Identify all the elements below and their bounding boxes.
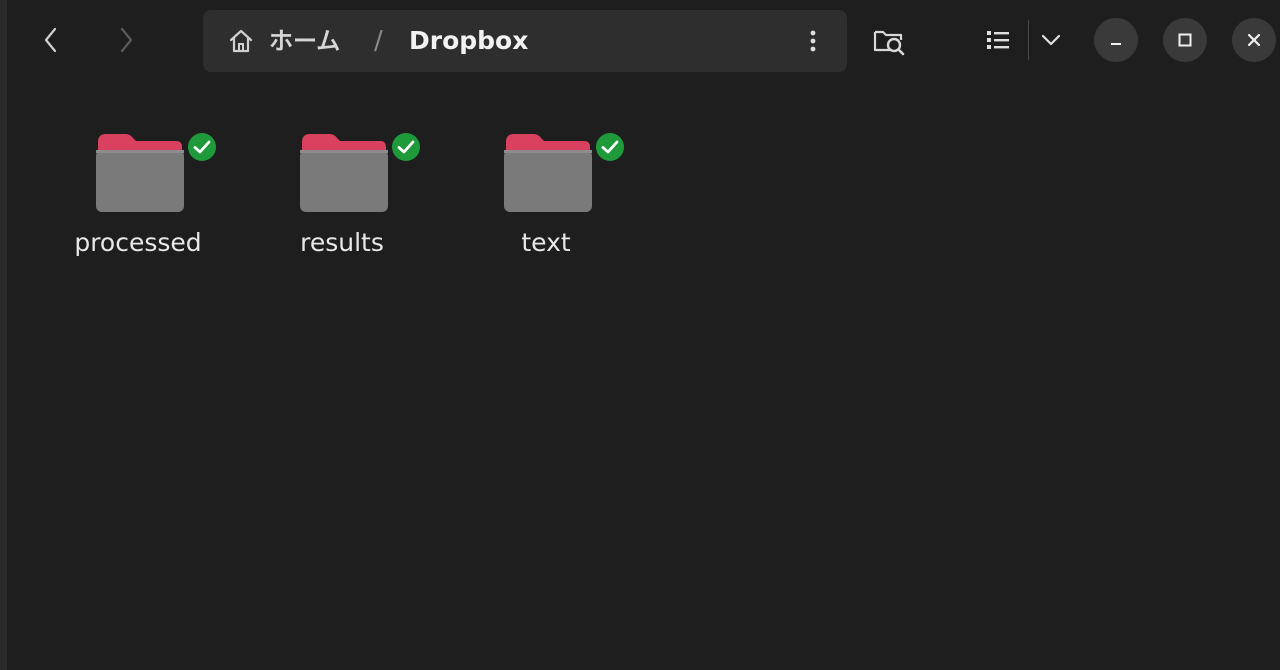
- folder-icon: [504, 134, 592, 212]
- view-options-button[interactable]: [1029, 18, 1073, 62]
- search-button[interactable]: [867, 18, 911, 62]
- folder-name: results: [300, 228, 384, 257]
- file-manager-window: ホーム / Dropbox processed results text: [0, 0, 1280, 670]
- minimize-icon: [1111, 43, 1121, 45]
- sync-check-icon: [188, 133, 216, 161]
- chevron-right-icon: [120, 27, 133, 53]
- list-view-icon: [987, 31, 1009, 49]
- breadcrumb-current-folder[interactable]: Dropbox: [409, 27, 528, 55]
- folder-name: text: [521, 228, 571, 257]
- maximize-icon: [1178, 33, 1192, 47]
- sync-check-icon: [392, 133, 420, 161]
- minimize-button[interactable]: [1094, 18, 1138, 62]
- sync-check-icon: [596, 133, 624, 161]
- window-left-edge: [0, 0, 7, 670]
- folder-icon: [300, 134, 388, 212]
- folder-search-icon: [873, 30, 905, 56]
- forward-button[interactable]: [102, 16, 150, 64]
- chevron-down-icon: [1041, 34, 1061, 46]
- breadcrumb-separator: /: [374, 26, 383, 56]
- vertical-dots-icon[interactable]: [799, 27, 827, 55]
- folder-item-text[interactable]: text: [446, 132, 646, 282]
- folder-item-results[interactable]: results: [242, 132, 442, 282]
- home-icon[interactable]: [227, 27, 255, 55]
- close-button[interactable]: [1232, 18, 1276, 62]
- close-icon: [1247, 33, 1261, 47]
- view-mode-button[interactable]: [976, 18, 1020, 62]
- folder-item-processed[interactable]: processed: [38, 132, 238, 282]
- breadcrumb-home[interactable]: ホーム: [269, 28, 340, 54]
- folder-icon: [96, 134, 184, 212]
- maximize-button[interactable]: [1163, 18, 1207, 62]
- location-pathbar[interactable]: ホーム / Dropbox: [203, 10, 847, 72]
- chevron-left-icon: [44, 27, 57, 53]
- back-button[interactable]: [27, 16, 75, 64]
- folder-name: processed: [74, 228, 202, 257]
